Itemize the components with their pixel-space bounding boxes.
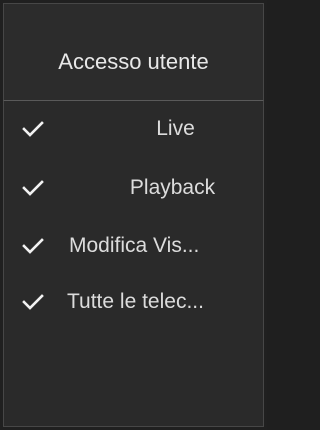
permission-row-modifica-vis[interactable]: Modifica Vis... <box>3 220 264 272</box>
permission-label: Tutte le telec... <box>67 290 204 313</box>
permission-label: Modifica Vis... <box>69 234 200 257</box>
live-checkbox[interactable] <box>19 115 47 143</box>
permission-label: Live <box>156 117 195 140</box>
permission-row-live[interactable]: Live <box>3 103 264 155</box>
permission-row-playback[interactable]: Playback <box>3 162 264 214</box>
user-access-panel: Accesso utente Live Playback Modifica Vi… <box>0 0 267 430</box>
checkmark-icon <box>22 180 44 196</box>
tutte-le-telec-checkbox[interactable] <box>19 288 47 316</box>
checkmark-icon <box>22 238 44 254</box>
checkmark-icon <box>22 121 44 137</box>
column-header[interactable]: Accesso utente <box>3 3 264 101</box>
permission-label: Playback <box>129 176 216 199</box>
checkmark-icon <box>22 294 44 310</box>
modifica-vis-checkbox[interactable] <box>19 232 47 260</box>
playback-checkbox[interactable] <box>19 174 47 202</box>
column-header-label: Accesso utente <box>58 49 209 74</box>
permission-row-tutte-le-telec[interactable]: Tutte le telec... <box>3 276 264 328</box>
